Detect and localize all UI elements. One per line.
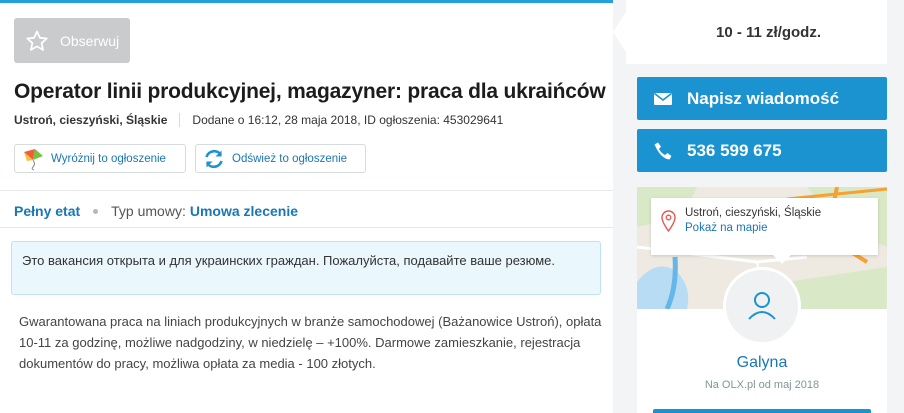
envelope-icon: [654, 92, 672, 105]
map-pin-icon: [661, 210, 676, 232]
kite-icon: [15, 147, 51, 171]
highlight-ad-button[interactable]: Wyróżnij to ogłoszenie: [14, 144, 186, 173]
salary-notch: [613, 12, 626, 52]
divider: [0, 227, 613, 228]
send-message-button[interactable]: Napisz wiadomość: [637, 77, 887, 120]
highlight-ad-label: Wyróżnij to ogłoszenie: [51, 152, 166, 165]
work-time-tag[interactable]: Pełny etat: [14, 203, 80, 219]
seller-name[interactable]: Galyna: [637, 354, 887, 372]
location-text[interactable]: Ustroń, cieszyński, Śląskie: [14, 113, 167, 127]
phone-icon: [654, 142, 672, 159]
contract-type-label: Typ umowy:: [111, 203, 186, 219]
seller-card: Ustroń, cieszyński, Śląskie Pokaż na map…: [637, 187, 887, 413]
send-message-label: Napisz wiadomość: [687, 88, 840, 108]
observe-label: Obserwuj: [60, 32, 120, 49]
user-icon: [748, 292, 776, 320]
job-tags: Pełny etat Typ umowy: Umowa zlecenie: [14, 203, 298, 219]
show-map-link[interactable]: Pokaż na mapie: [685, 222, 878, 234]
map-city: Ustroń, cieszyński, Śląskie: [685, 207, 822, 219]
ukrainian-notice: Это вакансия открыта и для украинских гр…: [11, 241, 601, 295]
salary-card: 10 - 11 zł/godz.: [626, 0, 887, 64]
refresh-ad-label: Odśwież to ogłoszenie: [232, 152, 348, 165]
listing-main: Obserwuj Operator linii produkcyjnej, ma…: [0, 0, 613, 413]
seller-ads-button-edge[interactable]: [653, 409, 871, 413]
show-phone-button[interactable]: 536 599 675: [637, 129, 887, 172]
star-icon: [26, 30, 48, 51]
salary-value: 10 - 11 zł/godz.: [715, 23, 822, 41]
contract-type-value[interactable]: Umowa zlecenie: [190, 203, 298, 219]
refresh-ad-button[interactable]: Odśwież to ogłoszenie: [195, 144, 366, 173]
avatar[interactable]: [723, 267, 801, 345]
meta-divider: [179, 113, 181, 127]
phone-number: 536 599 675: [687, 140, 782, 160]
member-since: Na OLX.pl od maj 2018: [704, 379, 820, 391]
divider: [0, 190, 613, 191]
listing-meta: Ustroń, cieszyński, Śląskie Dodane o 16:…: [14, 113, 503, 127]
map-location-box: Ustroń, cieszyński, Śląskie Pokaż na map…: [651, 198, 878, 264]
tag-separator: [93, 208, 99, 214]
refresh-icon: [196, 147, 232, 171]
job-description: Gwarantowana praca na liniach produkcyjn…: [19, 314, 602, 371]
observe-button[interactable]: Obserwuj: [14, 18, 130, 63]
page-title: Operator linii produkcyjnej, magazyner: …: [14, 80, 606, 103]
added-info: Dodane o 16:12, 28 maja 2018, ID ogłosze…: [192, 113, 504, 127]
